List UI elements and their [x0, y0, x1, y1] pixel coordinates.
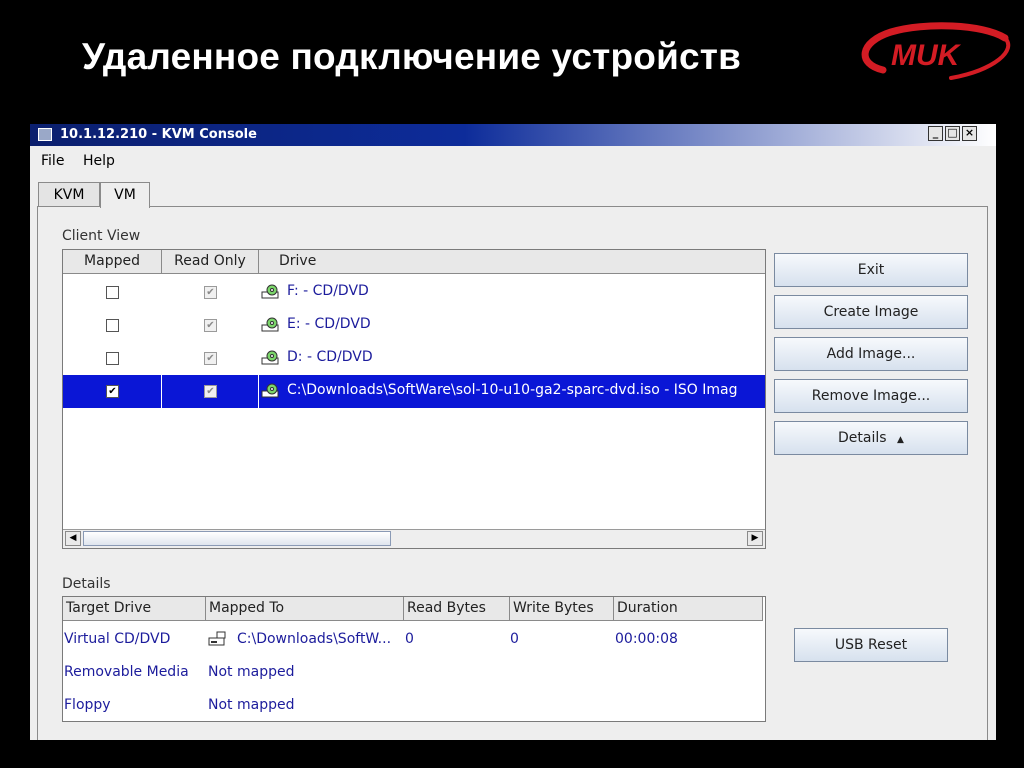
add-image-button[interactable]: Add Image...	[774, 337, 968, 371]
detail-duration: 00:00:08	[615, 631, 678, 647]
slide-title: Удаленное подключение устройств	[82, 36, 742, 77]
cd-drive-icon	[261, 350, 279, 365]
mapped-checkbox[interactable]	[106, 319, 119, 332]
detail-target-drive: Virtual CD/DVD	[64, 631, 171, 647]
column-header-read-bytes[interactable]: Read Bytes	[404, 597, 510, 621]
detail-target-drive: Removable Media	[64, 664, 189, 680]
scroll-right-button[interactable]: ▶	[747, 531, 763, 546]
drive-label: D: - CD/DVD	[287, 349, 373, 365]
close-button[interactable]: ×	[962, 126, 977, 141]
menu-bar: File Help	[30, 147, 996, 175]
drive-row[interactable]: ✔ D: - CD/DVD	[63, 342, 765, 375]
window-icon	[38, 128, 52, 141]
horizontal-scrollbar[interactable]: ◀ ▶	[63, 529, 765, 548]
create-image-button[interactable]: Create Image	[774, 295, 968, 329]
details-table: Target Drive Mapped To Read Bytes Write …	[62, 596, 766, 722]
drive-row[interactable]: ✔ E: - CD/DVD	[63, 309, 765, 342]
tab-kvm[interactable]: KVM	[38, 182, 100, 207]
drive-label: F: - CD/DVD	[287, 283, 369, 299]
scroll-left-button[interactable]: ◀	[65, 531, 81, 546]
column-header-mapped-to[interactable]: Mapped To	[206, 597, 404, 621]
detail-read-bytes: 0	[405, 631, 414, 647]
mapped-checkbox[interactable]	[106, 352, 119, 365]
column-header-target-drive[interactable]: Target Drive	[63, 597, 206, 621]
read-only-checkbox[interactable]: ✔	[204, 352, 217, 365]
scrollbar-thumb[interactable]	[83, 531, 391, 546]
column-header-duration[interactable]: Duration	[614, 597, 763, 621]
logo-text: MUK	[891, 39, 962, 72]
details-button[interactable]: Details ▲	[774, 421, 968, 455]
remove-image-button[interactable]: Remove Image...	[774, 379, 968, 413]
column-header-drive[interactable]: Drive	[259, 250, 765, 274]
window-titlebar[interactable]: 10.1.12.210 - KVM Console _ □ ×	[30, 124, 996, 146]
minimize-button[interactable]: _	[928, 126, 943, 141]
column-header-write-bytes[interactable]: Write Bytes	[510, 597, 614, 621]
menu-help[interactable]: Help	[83, 147, 115, 175]
client-view-label: Client View	[62, 228, 141, 244]
read-only-checkbox[interactable]: ✔	[204, 286, 217, 299]
iso-image-icon	[261, 383, 279, 398]
mapped-checkbox[interactable]: ✔	[106, 385, 119, 398]
mapped-checkbox[interactable]	[106, 286, 119, 299]
column-header-read-only[interactable]: Read Only	[162, 250, 259, 274]
drive-label: E: - CD/DVD	[287, 316, 371, 332]
read-only-checkbox[interactable]: ✔	[204, 385, 217, 398]
disk-drive-icon	[208, 631, 226, 646]
arrow-up-icon: ▲	[897, 435, 904, 445]
muk-logo: MUK	[861, 22, 1011, 80]
detail-target-drive: Floppy	[64, 697, 111, 713]
drive-label: C:\Downloads\SoftWare\sol-10-u10-ga2-spa…	[287, 382, 738, 398]
column-header-mapped[interactable]: Mapped	[63, 250, 162, 274]
details-label: Details	[62, 576, 111, 592]
kvm-console-window: 10.1.12.210 - KVM Console _ □ × File Hel…	[30, 124, 996, 740]
usb-reset-button[interactable]: USB Reset	[794, 628, 948, 662]
details-button-label: Details	[838, 430, 887, 446]
read-only-checkbox[interactable]: ✔	[204, 319, 217, 332]
exit-button[interactable]: Exit	[774, 253, 968, 287]
detail-mapped-to: Not mapped	[208, 697, 295, 713]
client-view-table: Mapped Read Only Drive ✔ F: - CD/DVD ✔ E: -…	[62, 249, 766, 549]
maximize-button[interactable]: □	[945, 126, 960, 141]
window-title: 10.1.12.210 - KVM Console	[60, 127, 257, 142]
drive-row[interactable]: ✔ F: - CD/DVD	[63, 276, 765, 309]
detail-mapped-to: Not mapped	[208, 664, 295, 680]
cd-drive-icon	[261, 284, 279, 299]
menu-file[interactable]: File	[41, 147, 64, 175]
tab-vm[interactable]: VM	[100, 182, 150, 208]
detail-write-bytes: 0	[510, 631, 519, 647]
drive-row[interactable]: ✔ ✔ C:\Downloads\SoftWare\sol-10-u10-ga2-s…	[63, 375, 765, 408]
detail-mapped-to: C:\Downloads\SoftW...	[237, 631, 392, 647]
cd-drive-icon	[261, 317, 279, 332]
